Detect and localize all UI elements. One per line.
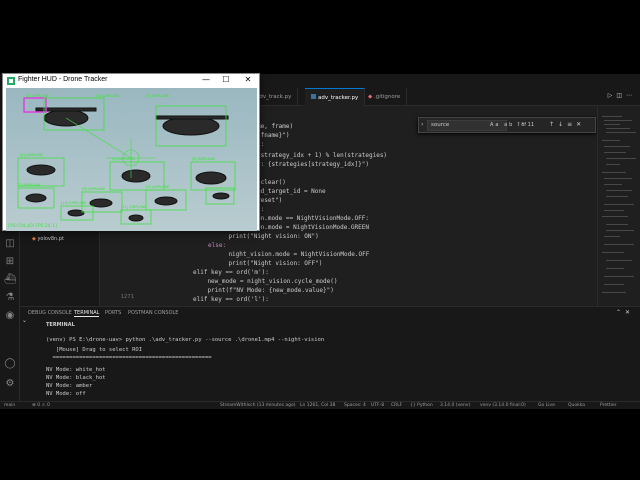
maximize-panel-icon[interactable]: ⌃ <box>616 309 625 316</box>
detection-label: [10] AIRPLANE <box>61 201 87 205</box>
remote-icon[interactable]: ◫ <box>4 238 16 250</box>
find-widget: › source Aa ab .* ? of 11 ↑↓≡✕ <box>418 117 596 133</box>
bottom-panel: DEBUG CONSOLE TERMINAL PORTS POSTMAN CON… <box>20 306 640 401</box>
split-editor-icon[interactable]: ◫ <box>616 92 626 99</box>
cursor-position[interactable]: Ln 1261, Col 38 <box>300 403 335 408</box>
find-in-selection-icon[interactable]: ≡ <box>567 121 576 128</box>
hud-status: [VS:CHL:JOI FPS:24.1] <box>8 223 57 229</box>
detection-label: [1] AIRPLANE <box>26 94 49 98</box>
prettier[interactable]: Prettier <box>600 403 617 408</box>
hud-title-bar[interactable]: Fighter HUD - Drone Tracker — ☐ ✕ <box>3 74 259 88</box>
code-line: elif key == ord('l'): <box>193 296 269 303</box>
detection-label: [9] AIRPLANE <box>146 185 169 189</box>
problems-indicator[interactable]: ⊗ 0 ⚠ 0 <box>32 403 50 408</box>
terminal-line: ========================================… <box>46 355 212 361</box>
more-actions-icon[interactable]: ⋯ <box>626 92 636 99</box>
next-match-icon[interactable]: ↓ <box>558 121 567 128</box>
python-env[interactable]: venv (3.14.0 final:0) <box>480 403 526 408</box>
minimap[interactable] <box>597 106 640 306</box>
hud-title: Fighter HUD - Drone Tracker <box>18 76 108 83</box>
testing-icon[interactable]: ⚗ <box>4 292 16 304</box>
code-line: y: {strategies[strategy_idx]}") <box>257 161 369 168</box>
code-line: on.mode == NightVisionMode.OFF: <box>257 215 369 222</box>
terminal-line: NV Mode: white_hot <box>46 367 106 373</box>
settings-gear-icon[interactable]: ⚙ <box>4 378 16 390</box>
terminal-sidebar: ⌄ <box>22 317 36 324</box>
git-blame[interactable]: StreamWithlsch (13 minutes ago) <box>220 403 296 408</box>
quokka[interactable]: Quokka <box>568 403 585 408</box>
extensions-icon[interactable]: ⊞ <box>4 256 16 268</box>
hud-scene: [1] AIRPLANE [2] AIRPLANE [3] AIRPLANE [… <box>6 88 257 231</box>
previous-match-icon[interactable]: ↑ <box>549 121 558 128</box>
docker-icon[interactable]: ⛴ <box>4 274 17 286</box>
code-line: elif key == ord('m'): <box>193 269 269 276</box>
detection-label: [11] AIRPLANE <box>121 205 147 209</box>
tab-adv-tracker[interactable]: adv_tracker.py <box>305 88 366 106</box>
terminal-header: TERMINAL <box>46 322 75 328</box>
code-line: me, frame) <box>257 123 294 130</box>
code-line: night_vision.mode = NightVisionMode.OFF <box>214 251 370 258</box>
detection-label: [2] AIRPLANE <box>96 94 119 98</box>
close-window-icon[interactable]: ✕ <box>241 75 255 84</box>
branch-indicator[interactable]: main <box>4 403 15 408</box>
code-line: print(f"NV Mode: {new_mode.value}") <box>193 287 334 294</box>
terminal-line: (venv) PS E:\drone-uav> python .\adv_tra… <box>46 337 325 343</box>
account-icon[interactable]: ◯ <box>4 358 16 370</box>
tab-postman-console[interactable]: POSTMAN CONSOLE <box>128 310 178 316</box>
language-mode[interactable]: {} Python <box>410 403 433 408</box>
code-line: ed_target_id = None <box>257 188 326 195</box>
code-line: .clear() <box>257 179 286 186</box>
python-version[interactable]: 3.14.0 (venv) <box>440 403 470 408</box>
terminal-line: NV Mode: amber <box>46 383 93 389</box>
detection-label: [6] AIRPLANE <box>192 157 215 161</box>
line-endings[interactable]: CRLF <box>391 403 402 408</box>
code-line: reset") <box>257 197 283 204</box>
terminal-line: [Mouse] Drag to select ROI <box>46 347 143 353</box>
go-live[interactable]: Go Live <box>538 403 555 408</box>
code-line: on.mode = NightVisionMode.GREEN <box>257 224 369 231</box>
detection-label: [4] AIRPLANE <box>20 153 43 157</box>
editor-actions: ▷◫⋯ <box>608 92 636 99</box>
chevron-down-icon[interactable]: ⌄ <box>22 317 36 324</box>
detection-label: [5] AIRPLANE <box>112 157 135 161</box>
find-nav: ↑↓≡✕ <box>549 121 585 128</box>
panel-actions: ⌃✕ <box>616 309 634 316</box>
status-bar: main ⊗ 0 ⚠ 0 StreamWithlsch (13 minutes … <box>0 401 640 409</box>
tab-debug-console[interactable]: DEBUG CONSOLE <box>28 310 72 316</box>
code-line: else: <box>208 242 227 249</box>
detection-label: [7] AIRPLANE <box>18 183 41 187</box>
code-line: (strategy_idx + 1) % len(strategies) <box>257 152 388 159</box>
postman-icon[interactable]: ◉ <box>4 310 16 322</box>
terminal-line: NV Mode: black_hot <box>46 375 106 381</box>
detection-label: [8] AIRPLANE <box>82 187 105 191</box>
app-icon <box>7 77 15 85</box>
maximize-icon[interactable]: ☐ <box>219 75 233 84</box>
hud-window[interactable]: Fighter HUD - Drone Tracker — ☐ ✕ [1] AI… <box>2 73 260 231</box>
toggle-replace-icon[interactable]: › <box>421 121 423 128</box>
explorer-file-item[interactable]: ◆ yolov8n.pt <box>32 236 64 242</box>
python-icon <box>311 94 316 99</box>
match-count: ? of 11 <box>517 122 535 128</box>
code-line: print("Night vision: OFF") <box>214 260 323 267</box>
tab-terminal[interactable]: TERMINAL <box>74 310 100 317</box>
indentation[interactable]: Spaces: 4 <box>344 403 366 408</box>
encoding[interactable]: UTF-8 <box>371 403 384 408</box>
close-icon[interactable]: ✕ <box>576 121 585 128</box>
code-line: {fname}") <box>257 132 290 139</box>
minimize-icon[interactable]: — <box>199 75 213 84</box>
tab-ports[interactable]: PORTS <box>105 310 121 316</box>
close-panel-icon[interactable]: ✕ <box>625 309 634 316</box>
code-line: print("Night vision: ON") <box>214 233 319 240</box>
tab-gitignore[interactable]: ◆ .gitignore <box>362 88 408 106</box>
hud-video-frame[interactable]: [1] AIRPLANE [2] AIRPLANE [3] AIRPLANE [… <box>6 88 257 231</box>
code-line: new_mode = night_vision.cycle_mode() <box>193 278 338 285</box>
terminal-line: NV Mode: off <box>46 391 86 397</box>
detection-label: [3] AIRPLANE <box>146 94 169 98</box>
